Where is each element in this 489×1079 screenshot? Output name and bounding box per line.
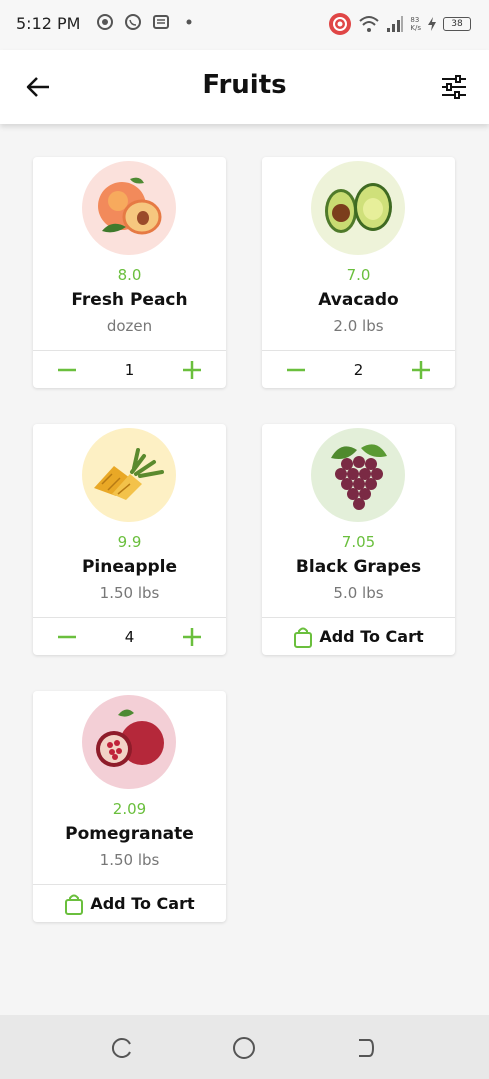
dot-icon — [186, 19, 192, 25]
sliders-icon — [442, 75, 466, 99]
signal-icon — [387, 16, 404, 32]
grapes-image — [311, 428, 405, 522]
system-nav-bar — [0, 1015, 489, 1079]
shopping-bag-icon — [294, 627, 313, 648]
product-unit: 1.50 lbs — [99, 851, 160, 869]
net-speed: 83 K/s — [410, 16, 421, 32]
product-card-body: 7.05 Black Grapes 5.0 lbs — [262, 424, 455, 617]
net-speed-value: 83 — [410, 16, 420, 24]
increase-button[interactable] — [180, 625, 204, 649]
plus-icon — [182, 360, 201, 379]
pomegranate-image — [82, 695, 176, 789]
product-card-body: 7.0 Avacado 2.0 lbs — [262, 157, 455, 350]
wifi-icon — [359, 16, 380, 32]
add-to-cart-button[interactable]: Add To Cart — [33, 884, 226, 922]
peach-image — [82, 161, 176, 255]
add-to-cart-label: Add To Cart — [319, 627, 424, 646]
decrease-button[interactable] — [55, 358, 79, 382]
recents-button[interactable] — [109, 1035, 135, 1061]
minus-icon — [58, 635, 76, 638]
status-left-icons — [96, 13, 198, 31]
product-price: 8.0 — [117, 266, 142, 284]
product-card-avacado[interactable]: 7.0 Avacado 2.0 lbs 2 — [262, 157, 455, 388]
product-unit: dozen — [106, 317, 153, 335]
app-bar: Fruits — [0, 50, 489, 124]
status-time: 5:12 PM — [16, 14, 81, 33]
pineapple-image — [82, 428, 176, 522]
product-unit: 1.50 lbs — [99, 584, 160, 602]
home-button[interactable] — [231, 1035, 257, 1061]
page-title: Fruits — [202, 70, 287, 100]
filter-button[interactable] — [439, 72, 469, 102]
product-price: 9.9 — [117, 533, 142, 551]
back-nav-button[interactable] — [352, 1035, 378, 1061]
quantity-value: 4 — [124, 627, 135, 646]
plus-icon — [411, 360, 430, 379]
quantity-value: 2 — [353, 360, 364, 379]
product-card-pomegranate[interactable]: 2.09 Pomegranate 1.50 lbs Add To Cart — [33, 691, 226, 922]
product-name: Pineapple — [81, 557, 178, 577]
record-icon — [97, 14, 113, 30]
quantity-stepper: 4 — [33, 617, 226, 655]
add-to-cart-label: Add To Cart — [90, 894, 195, 913]
avocado-image — [311, 161, 405, 255]
charging-icon — [428, 17, 436, 31]
status-bar: 5:12 PM 83 K/s 38 — [0, 0, 489, 50]
news-icon — [153, 15, 169, 29]
product-unit: 5.0 lbs — [333, 584, 384, 602]
add-to-cart-button[interactable]: Add To Cart — [262, 617, 455, 655]
product-name: Avacado — [318, 290, 399, 310]
product-name: Fresh Peach — [71, 290, 188, 310]
quantity-stepper: 2 — [262, 350, 455, 388]
increase-button[interactable] — [409, 358, 433, 382]
minus-icon — [287, 368, 305, 371]
battery-level: 38 — [451, 19, 463, 29]
plus-icon — [182, 627, 201, 646]
home-circle-icon — [233, 1037, 255, 1059]
product-name: Black Grapes — [295, 557, 422, 577]
back-nav-icon — [359, 1039, 375, 1057]
product-price: 7.0 — [346, 266, 371, 284]
product-card-fresh-peach[interactable]: 8.0 Fresh Peach dozen 1 — [33, 157, 226, 388]
quantity-stepper: 1 — [33, 350, 226, 388]
decrease-button[interactable] — [55, 625, 79, 649]
recording-indicator-icon — [329, 13, 352, 35]
decrease-button[interactable] — [284, 358, 308, 382]
net-speed-unit: K/s — [410, 24, 421, 32]
product-name: Pomegranate — [65, 824, 194, 844]
minus-icon — [58, 368, 76, 371]
whatsapp-icon — [125, 14, 141, 30]
product-unit: 2.0 lbs — [333, 317, 384, 335]
status-right-icons: 83 K/s 38 — [328, 12, 471, 36]
product-card-body: 9.9 Pineapple 1.50 lbs — [33, 424, 226, 617]
battery-icon: 38 — [443, 17, 471, 31]
product-card-body: 2.09 Pomegranate 1.50 lbs — [33, 691, 226, 884]
recents-icon — [111, 1038, 131, 1058]
product-card-pineapple[interactable]: 9.9 Pineapple 1.50 lbs 4 — [33, 424, 226, 655]
increase-button[interactable] — [180, 358, 204, 382]
product-card-body: 8.0 Fresh Peach dozen — [33, 157, 226, 350]
product-price: 7.05 — [341, 533, 376, 551]
shopping-bag-icon — [65, 894, 84, 915]
product-card-black-grapes[interactable]: 7.05 Black Grapes 5.0 lbs Add To Cart — [262, 424, 455, 655]
quantity-value: 1 — [124, 360, 135, 379]
product-price: 2.09 — [112, 800, 147, 818]
